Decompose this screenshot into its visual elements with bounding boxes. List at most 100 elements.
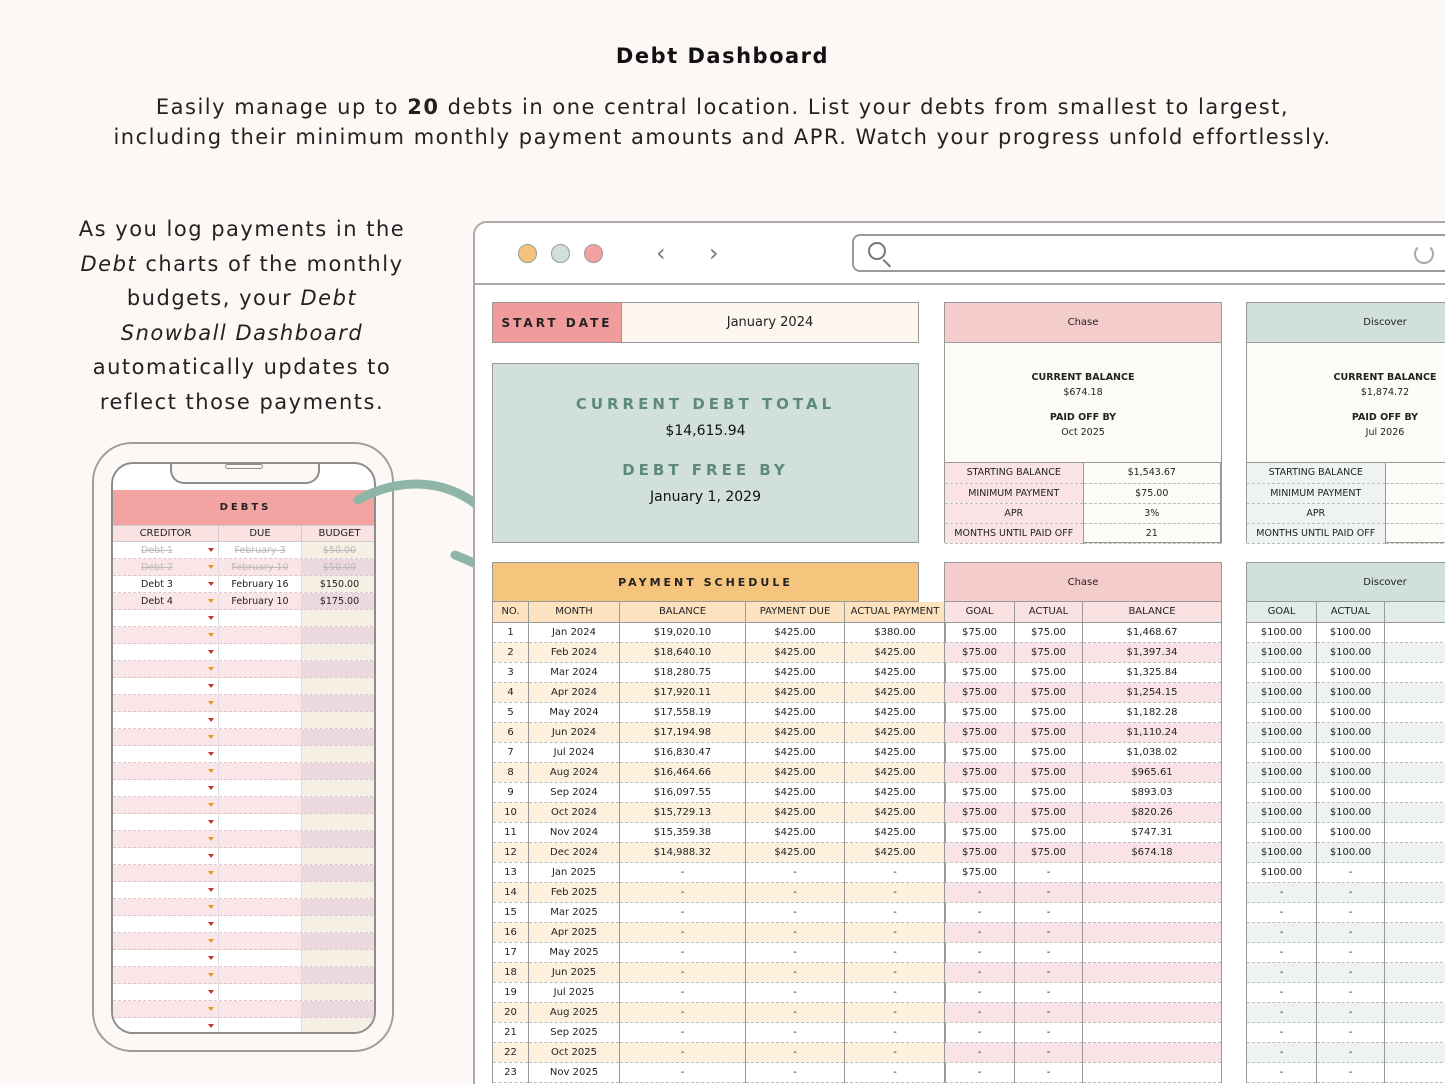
budget-cell[interactable]: [302, 848, 374, 864]
dropdown-arrow-icon[interactable]: [208, 871, 214, 875]
debt-cell[interactable]: $75.00: [1014, 722, 1083, 743]
debt-list-row[interactable]: [113, 814, 374, 831]
schedule-cell[interactable]: $425.00: [844, 642, 946, 663]
budget-cell[interactable]: [302, 627, 374, 643]
debt-list-row[interactable]: [113, 950, 374, 967]
schedule-cell[interactable]: $425.00: [844, 762, 946, 783]
creditor-cell[interactable]: Debt 2: [113, 559, 219, 575]
due-cell[interactable]: [219, 1001, 302, 1017]
due-cell[interactable]: [219, 933, 302, 949]
due-cell[interactable]: [219, 712, 302, 728]
debt-list-row[interactable]: [113, 933, 374, 950]
dropdown-arrow-icon[interactable]: [208, 905, 214, 909]
debt-list-row[interactable]: [113, 627, 374, 644]
schedule-cell[interactable]: -: [844, 942, 946, 963]
debt-cell[interactable]: $75.00: [1014, 782, 1083, 803]
debt-cell[interactable]: -: [1014, 982, 1083, 1003]
due-cell[interactable]: [219, 644, 302, 660]
creditor-cell[interactable]: [113, 695, 219, 711]
debt-cell[interactable]: $75.00: [1014, 622, 1083, 643]
due-cell[interactable]: [219, 916, 302, 932]
dropdown-arrow-icon[interactable]: [208, 633, 214, 637]
due-cell[interactable]: [219, 848, 302, 864]
debt-list-row[interactable]: Debt 1 February 3 $50.00: [113, 542, 374, 559]
debt-list-row[interactable]: [113, 610, 374, 627]
due-cell[interactable]: [219, 865, 302, 881]
due-cell[interactable]: [219, 1018, 302, 1032]
dropdown-arrow-icon[interactable]: [208, 888, 214, 892]
debt-list-row[interactable]: [113, 899, 374, 916]
debt-cell[interactable]: $75.00: [1014, 682, 1083, 703]
creditor-cell[interactable]: [113, 831, 219, 847]
due-cell[interactable]: [219, 882, 302, 898]
budget-cell[interactable]: [302, 780, 374, 796]
schedule-cell[interactable]: -: [844, 962, 946, 983]
budget-cell[interactable]: [302, 661, 374, 677]
debt-cell[interactable]: $100.00: [1316, 722, 1385, 743]
budget-cell[interactable]: [302, 1001, 374, 1017]
dropdown-arrow-icon[interactable]: [208, 667, 214, 671]
window-dot-sage-icon[interactable]: [551, 244, 570, 263]
schedule-cell[interactable]: -: [844, 902, 946, 923]
budget-cell[interactable]: [302, 610, 374, 626]
dropdown-arrow-icon[interactable]: [208, 837, 214, 841]
schedule-cell[interactable]: -: [844, 862, 946, 883]
debt-cell[interactable]: -: [1316, 922, 1385, 943]
due-cell[interactable]: [219, 695, 302, 711]
creditor-cell[interactable]: [113, 661, 219, 677]
dropdown-arrow-icon[interactable]: [208, 701, 214, 705]
budget-cell[interactable]: [302, 831, 374, 847]
creditor-cell[interactable]: [113, 933, 219, 949]
creditor-cell[interactable]: [113, 984, 219, 1000]
budget-cell[interactable]: [302, 967, 374, 983]
dropdown-arrow-icon[interactable]: [208, 752, 214, 756]
dropdown-arrow-icon[interactable]: [208, 956, 214, 960]
due-cell[interactable]: February 16: [219, 576, 302, 592]
schedule-cell[interactable]: $425.00: [844, 662, 946, 683]
debt-list-row[interactable]: Debt 4 February 10 $175.00: [113, 593, 374, 610]
debt-cell[interactable]: -: [1014, 1002, 1083, 1023]
dropdown-arrow-icon[interactable]: [208, 803, 214, 807]
due-cell[interactable]: [219, 780, 302, 796]
creditor-cell[interactable]: [113, 644, 219, 660]
reload-icon[interactable]: [1414, 244, 1434, 264]
due-cell[interactable]: [219, 797, 302, 813]
creditor-cell[interactable]: [113, 1018, 219, 1032]
due-cell[interactable]: February 10: [219, 593, 302, 609]
due-cell[interactable]: [219, 831, 302, 847]
debt-cell[interactable]: $100.00: [1316, 622, 1385, 643]
debt-list-row[interactable]: [113, 695, 374, 712]
debt-cell[interactable]: $100.00: [1316, 782, 1385, 803]
budget-cell[interactable]: [302, 865, 374, 881]
dropdown-arrow-icon[interactable]: [208, 990, 214, 994]
schedule-cell[interactable]: $425.00: [844, 742, 946, 763]
dropdown-arrow-icon[interactable]: [208, 939, 214, 943]
schedule-cell[interactable]: -: [844, 1022, 946, 1043]
dropdown-arrow-icon[interactable]: [208, 820, 214, 824]
creditor-cell[interactable]: [113, 967, 219, 983]
due-cell[interactable]: [219, 746, 302, 762]
debt-cell[interactable]: $100.00: [1316, 662, 1385, 683]
due-cell[interactable]: February 3: [219, 542, 302, 558]
creditor-cell[interactable]: Debt 4: [113, 593, 219, 609]
dropdown-arrow-icon[interactable]: [208, 565, 214, 569]
debt-list-row[interactable]: [113, 797, 374, 814]
dropdown-arrow-icon[interactable]: [208, 1007, 214, 1011]
debt-list-row[interactable]: [113, 746, 374, 763]
creditor-cell[interactable]: [113, 780, 219, 796]
creditor-cell[interactable]: [113, 746, 219, 762]
debt-list-row[interactable]: [113, 678, 374, 695]
debt-list-row[interactable]: [113, 984, 374, 1001]
due-cell[interactable]: [219, 967, 302, 983]
debt-cell[interactable]: -: [1316, 1002, 1385, 1023]
debt-list-row[interactable]: [113, 882, 374, 899]
schedule-cell[interactable]: -: [844, 1042, 946, 1063]
dropdown-arrow-icon[interactable]: [208, 786, 214, 790]
creditor-cell[interactable]: [113, 1001, 219, 1017]
debt-cell[interactable]: $100.00: [1316, 822, 1385, 843]
debt-list-row[interactable]: [113, 848, 374, 865]
debt-list-row[interactable]: Debt 3 February 16 $150.00: [113, 576, 374, 593]
budget-cell[interactable]: [302, 695, 374, 711]
schedule-cell[interactable]: $425.00: [844, 802, 946, 823]
due-cell[interactable]: [219, 610, 302, 626]
